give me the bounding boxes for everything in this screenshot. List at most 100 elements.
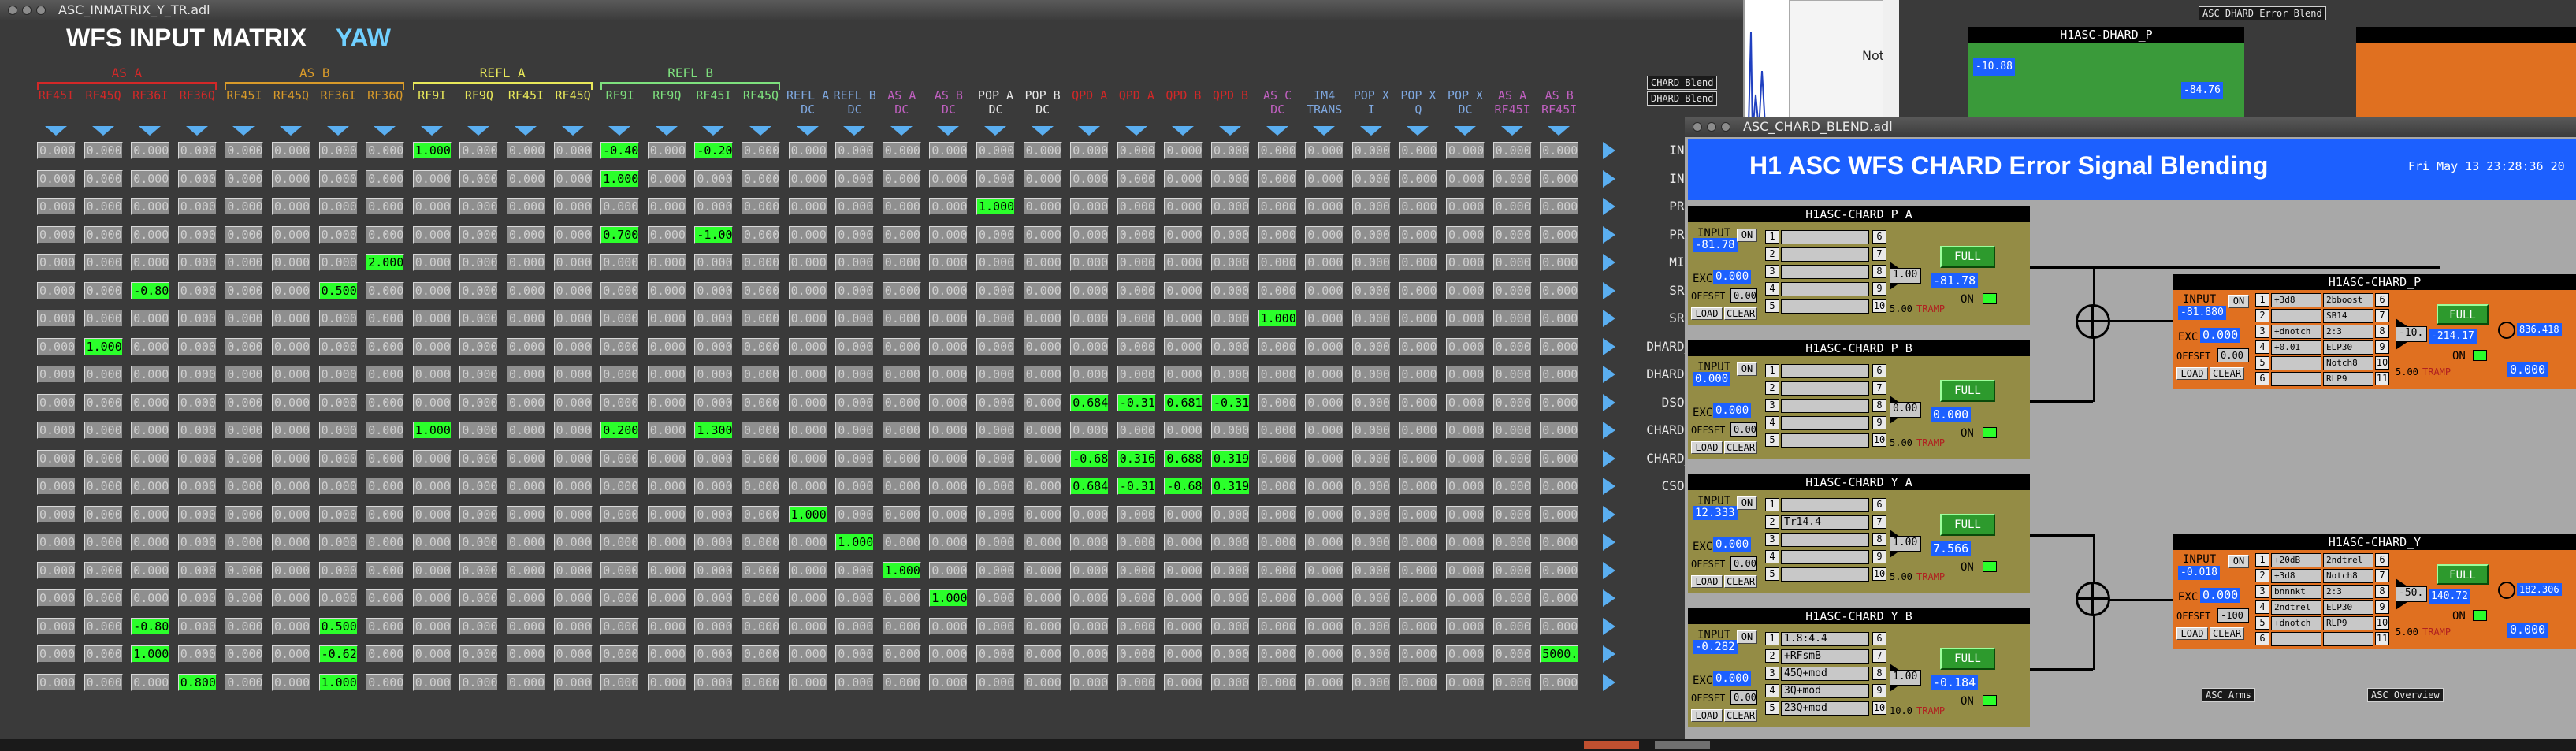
matrix-cell[interactable]: 0.000 (1070, 561, 1110, 579)
matrix-cell[interactable]: -0.400 (600, 142, 640, 159)
matrix-cell[interactable]: 0.000 (1305, 254, 1344, 271)
matrix-cell[interactable]: 0.000 (1540, 281, 1579, 299)
matrix-cell[interactable]: 0.000 (882, 393, 921, 411)
matrix-cell[interactable]: 0.000 (788, 422, 827, 439)
column-arrow-icon[interactable] (702, 126, 725, 136)
matrix-cell[interactable]: 1.000 (976, 198, 1015, 215)
matrix-cell[interactable]: 1.000 (318, 673, 358, 691)
matrix-cell[interactable]: 0.000 (272, 310, 310, 327)
matrix-cell[interactable]: 0.000 (507, 393, 545, 411)
matrix-cell[interactable]: 0.000 (1446, 505, 1485, 523)
matrix-cell[interactable]: 0.000 (553, 673, 593, 691)
filter-slot[interactable]: 2ndtrel (2271, 600, 2321, 615)
matrix-cell[interactable]: 0.000 (1305, 422, 1344, 439)
matrix-cell[interactable]: 0.000 (412, 505, 452, 523)
matrix-cell[interactable]: 0.000 (553, 534, 593, 551)
matrix-cell[interactable]: 1.000 (131, 645, 170, 663)
filter-number-button[interactable]: 1 (1765, 364, 1779, 377)
filter-number-button[interactable]: 6 (1872, 364, 1886, 377)
matrix-cell[interactable]: 0.000 (412, 534, 452, 551)
filter-number-button[interactable]: 9 (1872, 550, 1886, 563)
matrix-cell[interactable]: 0.000 (37, 561, 76, 579)
column-arrow-icon[interactable] (45, 126, 67, 136)
matrix-cell[interactable]: 0.000 (882, 337, 921, 355)
column-arrow-icon[interactable] (1124, 126, 1147, 136)
matrix-cell[interactable]: 0.000 (366, 366, 405, 383)
matrix-cell[interactable]: 0.000 (1399, 225, 1438, 244)
matrix-cell[interactable]: 0.000 (1164, 561, 1203, 579)
asc-arms-button[interactable]: ASC Arms (2202, 688, 2255, 702)
matrix-cell[interactable]: 0.000 (272, 534, 310, 551)
matrix-cell[interactable]: 0.000 (1492, 169, 1532, 188)
matrix-cell[interactable]: 0.000 (225, 561, 264, 579)
matrix-cell[interactable]: 0.000 (1351, 198, 1391, 215)
column-arrow-icon[interactable] (232, 126, 255, 136)
matrix-cell[interactable]: 0.000 (1446, 337, 1485, 355)
matrix-cell[interactable]: 0.000 (647, 645, 686, 663)
matrix-cell[interactable]: 0.000 (366, 673, 405, 691)
filter-number-button[interactable]: 7 (1872, 247, 1886, 261)
filter-slot[interactable]: 2bboost (2323, 293, 2373, 307)
filter-number-button[interactable]: 4 (1765, 684, 1779, 697)
matrix-cell[interactable]: 0.000 (1446, 589, 1485, 607)
close-icon[interactable] (8, 6, 17, 15)
matrix-cell[interactable]: 0.000 (929, 198, 968, 215)
row-arrow-icon[interactable] (1603, 422, 1615, 439)
matrix-cell[interactable]: 0.000 (1399, 366, 1438, 383)
offset-value[interactable]: 0.00 (1730, 690, 1757, 705)
matrix-cell[interactable]: 0.000 (225, 645, 264, 663)
matrix-cell[interactable]: 0.000 (835, 254, 875, 271)
matrix-cell[interactable]: 0.000 (1117, 366, 1156, 383)
matrix-cell[interactable]: 0.000 (553, 310, 593, 327)
matrix-cell[interactable]: 0.000 (647, 366, 686, 383)
matrix-cell[interactable]: 0.000 (835, 337, 875, 355)
filter-slot[interactable] (1781, 498, 1869, 512)
full-button[interactable]: FULL (2437, 564, 2489, 585)
matrix-cell[interactable]: 0.000 (1023, 225, 1062, 244)
matrix-cell[interactable]: 0.000 (600, 254, 640, 271)
matrix-cell[interactable]: 0.000 (1258, 449, 1297, 467)
matrix-cell[interactable]: 0.000 (225, 589, 264, 607)
column-arrow-icon[interactable] (1313, 126, 1336, 136)
row-arrow-icon[interactable] (1603, 505, 1615, 523)
matrix-cell[interactable]: 0.000 (1351, 505, 1391, 523)
matrix-cell[interactable]: 0.000 (742, 449, 780, 467)
matrix-cell[interactable]: 0.000 (1446, 225, 1485, 244)
filter-slot[interactable] (2271, 632, 2321, 646)
matrix-cell[interactable]: 0.000 (1399, 561, 1438, 579)
matrix-cell[interactable]: 0.000 (1399, 673, 1438, 691)
matrix-cell[interactable]: 0.000 (1164, 617, 1203, 635)
matrix-cell[interactable]: 0.000 (225, 422, 264, 439)
filter-number-button[interactable]: 2 (1765, 649, 1779, 663)
filter-number-button[interactable]: 3 (1765, 265, 1779, 278)
matrix-cell[interactable]: 0.000 (835, 449, 875, 467)
matrix-cell[interactable]: 0.000 (835, 505, 875, 523)
matrix-cell[interactable]: 0.000 (507, 505, 545, 523)
matrix-cell[interactable]: 0.000 (366, 198, 405, 215)
matrix-cell[interactable]: 0.000 (225, 281, 264, 299)
matrix-cell[interactable]: 0.000 (835, 310, 875, 327)
matrix-cell[interactable]: 0.000 (84, 198, 123, 215)
matrix-cell[interactable]: 0.000 (272, 169, 310, 188)
matrix-cell[interactable]: 0.000 (1258, 617, 1297, 635)
filter-number-button[interactable]: 8 (1872, 399, 1886, 412)
matrix-cell[interactable]: 0.000 (225, 225, 264, 244)
matrix-cell[interactable]: 0.000 (366, 422, 405, 439)
matrix-cell[interactable]: 0.000 (929, 366, 968, 383)
matrix-cell[interactable]: 0.000 (600, 393, 640, 411)
matrix-cell[interactable]: 0.000 (177, 366, 217, 383)
matrix-cell[interactable]: 0.000 (1211, 337, 1250, 355)
matrix-cell[interactable]: 0.000 (366, 617, 405, 635)
matrix-cell[interactable]: 0.000 (84, 225, 123, 244)
matrix-cell[interactable]: 0.000 (600, 449, 640, 467)
matrix-cell[interactable]: 0.000 (177, 310, 217, 327)
filter-number-button[interactable]: 5 (2255, 356, 2269, 370)
matrix-cell[interactable]: 0.000 (1117, 281, 1156, 299)
matrix-cell[interactable]: 0.000 (1164, 422, 1203, 439)
matrix-cell[interactable]: 0.000 (976, 534, 1015, 551)
matrix-cell[interactable]: 0.000 (1070, 422, 1110, 439)
filter-number-button[interactable]: 7 (1872, 515, 1886, 529)
matrix-cell[interactable]: 0.000 (131, 142, 170, 159)
matrix-cell[interactable]: 0.000 (1117, 617, 1156, 635)
matrix-cell[interactable]: 0.000 (412, 449, 452, 467)
